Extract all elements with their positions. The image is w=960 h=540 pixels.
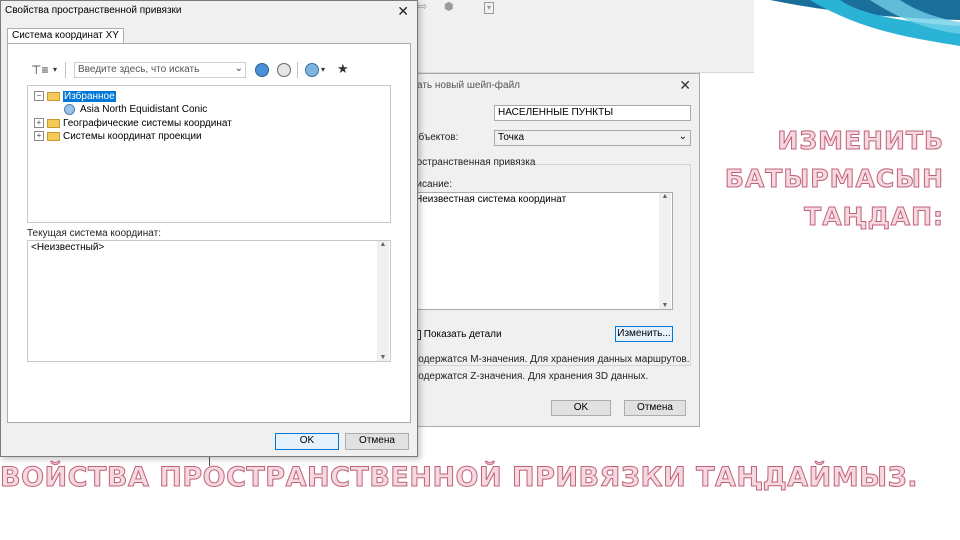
m-values-option[interactable]: Содержатся M-значения. Для хранения данн… xyxy=(411,354,689,365)
coordinate-system-tree: − Избранное Asia North Equidistant Conic … xyxy=(27,85,391,223)
description-box: Неизвестная система координат xyxy=(411,192,673,310)
description-scrollbar[interactable]: ▲ ▼ xyxy=(659,193,671,309)
add-favorite-star-icon[interactable]: ★ xyxy=(337,62,349,76)
tree-item-favorites[interactable]: − Избранное xyxy=(34,90,116,103)
chevron-down-icon: ⌄ xyxy=(234,63,243,74)
filter-icon[interactable]: ⊤≡ xyxy=(31,63,48,77)
expand-icon[interactable]: + xyxy=(34,131,44,142)
ok-button[interactable]: OK xyxy=(551,400,611,416)
search-input[interactable]: Введите здесь, что искать ⌄ xyxy=(74,62,246,78)
close-icon[interactable]: ✕ xyxy=(397,3,409,20)
chevron-down-icon[interactable]: ▾ xyxy=(321,65,325,74)
show-details-row[interactable]: Показать детали xyxy=(411,329,502,340)
group-label: ространственная привязка xyxy=(411,157,536,168)
current-system-box: <Неизвестный> xyxy=(27,240,391,362)
current-system-scrollbar[interactable]: ▲ ▼ xyxy=(377,241,389,361)
close-icon[interactable]: ✕ xyxy=(679,77,691,94)
tree-item-projected-systems[interactable]: + Системы координат проекции xyxy=(34,130,202,143)
dialog-title: Свойства пространственной привязки xyxy=(5,5,182,16)
search-icon[interactable] xyxy=(255,63,269,77)
toolbar-separator xyxy=(297,62,298,78)
expand-icon[interactable]: + xyxy=(34,118,44,129)
caption-line: БАТЫРМАСЫН xyxy=(724,164,944,194)
ok-button[interactable]: OK xyxy=(275,433,339,450)
tree-item-geographic-systems[interactable]: + Географические системы координат xyxy=(34,117,232,130)
folder-icon xyxy=(47,91,60,101)
change-button[interactable]: Изменить... xyxy=(615,326,673,342)
spatial-reference-properties-dialog: Свойства пространственной привязки ✕ Сис… xyxy=(0,0,418,457)
scroll-up-icon[interactable]: ▲ xyxy=(659,193,671,200)
instruction-caption-right: ИЗМЕНИТЬ БАТЫРМАСЫН ТАҢДАП: xyxy=(724,122,944,236)
chevron-down-icon[interactable]: ▾ xyxy=(53,65,57,74)
chevron-down-icon: ⌄ xyxy=(678,131,687,142)
instruction-caption-bottom: ВОЙСТВА ПРОСТРАНСТВЕННОЙ ПРИВЯЗКИ ТАҢДАЙ… xyxy=(0,462,919,494)
scroll-down-icon[interactable]: ▼ xyxy=(659,302,671,309)
feature-type-label: объектов: xyxy=(413,132,459,143)
z-values-label: Содержатся Z-значения. Для хранения 3D д… xyxy=(411,371,649,382)
caption-line: ИЗМЕНИТЬ xyxy=(777,126,944,156)
cancel-button[interactable]: Отмена xyxy=(624,400,686,416)
current-system-value: <Неизвестный> xyxy=(31,242,105,253)
search-placeholder: Введите здесь, что искать xyxy=(78,64,200,75)
scroll-down-icon[interactable]: ▼ xyxy=(377,354,389,361)
globe-icon[interactable] xyxy=(305,63,319,77)
current-system-label: Текущая система координат: xyxy=(27,228,161,239)
folder-icon xyxy=(47,118,60,128)
tree-item-label: Asia North Equidistant Conic xyxy=(80,104,208,115)
create-shapefile-dialog: ать новый шейп-файл ✕ НАСЕЛЕННЫЕ ПУНКТЫ … xyxy=(408,73,700,427)
dialog-title: ать новый шейп-файл xyxy=(417,80,520,91)
folder-icon xyxy=(47,131,60,141)
tree-item-asia-north-equidistant-conic[interactable]: Asia North Equidistant Conic xyxy=(64,103,207,116)
scroll-up-icon[interactable]: ▲ xyxy=(377,241,389,248)
toolbar-separator xyxy=(65,62,66,78)
name-input[interactable]: НАСЕЛЕННЫЕ ПУНКТЫ xyxy=(494,105,691,121)
tree-item-label: Избранное xyxy=(63,91,116,102)
tree-item-label: Системы координат проекции xyxy=(63,131,202,142)
cancel-button[interactable]: Отмена xyxy=(345,433,409,450)
collapse-icon[interactable]: − xyxy=(34,91,44,102)
feature-type-select[interactable]: Точка ⌄ xyxy=(494,130,691,146)
feature-type-value: Точка xyxy=(498,132,525,143)
globe-icon xyxy=(64,103,75,115)
caption-line: ТАҢДАП: xyxy=(804,202,944,232)
tree-item-label: Географические системы координат xyxy=(63,118,232,129)
z-values-option[interactable]: Содержатся Z-значения. Для хранения 3D д… xyxy=(411,371,648,382)
background-app-window: ⇨ ⬢ ▾ xyxy=(413,0,754,73)
m-values-label: Содержатся M-значения. Для хранения данн… xyxy=(411,354,690,365)
clear-search-icon[interactable] xyxy=(277,63,291,77)
corner-swoosh-decoration xyxy=(750,0,960,60)
show-details-label: Показать детали xyxy=(423,329,502,340)
description-value: Неизвестная система координат xyxy=(415,194,567,205)
